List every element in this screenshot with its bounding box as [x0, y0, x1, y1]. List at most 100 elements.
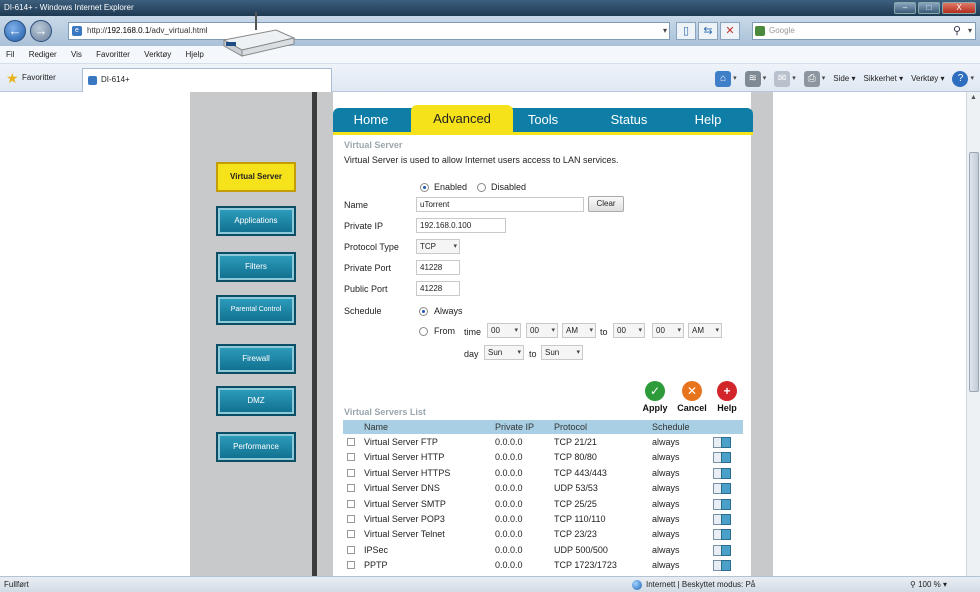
- help-dropdown-icon[interactable]: ▾: [970, 70, 974, 88]
- row-checkbox[interactable]: [347, 453, 355, 461]
- scroll-up-icon[interactable]: ▲: [970, 94, 977, 101]
- home-dropdown-icon[interactable]: ▾: [733, 70, 737, 88]
- maximize-button[interactable]: □: [918, 2, 940, 14]
- edit-icon[interactable]: [713, 468, 731, 479]
- from-minute-select[interactable]: 00: [526, 323, 558, 338]
- page-menu[interactable]: Side ▾: [833, 70, 855, 88]
- nav-dmz[interactable]: DMZ: [216, 386, 296, 416]
- row-checkbox[interactable]: [347, 530, 355, 538]
- row-name: Virtual Server DNS: [364, 483, 440, 493]
- public-port-input[interactable]: 41228: [416, 281, 460, 296]
- menu-edit[interactable]: Rediger: [29, 50, 57, 59]
- row-checkbox[interactable]: [347, 500, 355, 508]
- minimize-button[interactable]: –: [894, 2, 916, 14]
- row-checkbox[interactable]: [347, 546, 355, 554]
- always-radio[interactable]: [419, 307, 428, 316]
- zoom-level[interactable]: ⚲ 100 % ▾: [910, 577, 947, 592]
- mail-icon[interactable]: ✉: [774, 71, 791, 87]
- menu-tools[interactable]: Verktøy: [144, 50, 171, 59]
- row-checkbox[interactable]: [347, 484, 355, 492]
- forward-button[interactable]: →: [30, 20, 52, 42]
- row-name: Virtual Server SMTP: [364, 499, 446, 509]
- row-name: Virtual Server HTTPS: [364, 468, 451, 478]
- help-button[interactable]: + Help: [709, 381, 745, 413]
- edit-icon[interactable]: [713, 514, 731, 525]
- to-ampm-select[interactable]: AM: [688, 323, 722, 338]
- search-icon[interactable]: ⚲: [953, 23, 961, 39]
- print-icon[interactable]: ⎙: [803, 71, 820, 87]
- browser-tab[interactable]: DI-614+: [82, 68, 332, 92]
- vertical-scrollbar[interactable]: ▲: [966, 92, 980, 576]
- nav-firewall[interactable]: Firewall: [216, 344, 296, 374]
- mail-dropdown-icon[interactable]: ▾: [792, 70, 796, 88]
- address-input[interactable]: e http://192.168.0.1/adv_virtual.html ▾: [68, 22, 670, 40]
- tab-help[interactable]: Help: [673, 108, 743, 132]
- enabled-radio[interactable]: [420, 183, 429, 192]
- disabled-radio[interactable]: [477, 183, 486, 192]
- nav-parental-control[interactable]: Parental Control: [216, 295, 296, 325]
- nav-virtual-server[interactable]: Virtual Server: [216, 162, 296, 192]
- search-dropdown-icon[interactable]: ▾: [968, 23, 972, 39]
- tab-advanced[interactable]: Advanced: [411, 105, 513, 132]
- edit-icon[interactable]: [713, 499, 731, 510]
- nav-performance[interactable]: Performance: [216, 432, 296, 462]
- from-hour-select[interactable]: 00: [487, 323, 521, 338]
- compatibility-view-icon[interactable]: ▯: [676, 22, 696, 40]
- edit-icon[interactable]: [713, 529, 731, 540]
- to-minute-select[interactable]: 00: [652, 323, 684, 338]
- nav-filters[interactable]: Filters: [216, 252, 296, 282]
- row-name: Virtual Server HTTP: [364, 452, 445, 462]
- menu-favorites[interactable]: Favoritter: [96, 50, 130, 59]
- address-dropdown-icon[interactable]: ▾: [663, 23, 667, 39]
- help-icon[interactable]: ?: [952, 71, 969, 87]
- protocol-type-select[interactable]: TCP: [416, 239, 460, 254]
- edit-icon[interactable]: [713, 545, 731, 556]
- nav-applications[interactable]: Applications: [216, 206, 296, 236]
- enabled-label: Enabled: [434, 182, 468, 192]
- tab-page-icon: [88, 76, 97, 85]
- print-dropdown-icon[interactable]: ▾: [822, 70, 826, 88]
- row-checkbox[interactable]: [347, 561, 355, 569]
- tab-tools[interactable]: Tools: [515, 108, 571, 132]
- edit-icon[interactable]: [713, 483, 731, 494]
- edit-icon[interactable]: [713, 437, 731, 448]
- menu-help[interactable]: Hjelp: [186, 50, 204, 59]
- from-day-select[interactable]: Sun: [484, 345, 524, 360]
- scroll-thumb[interactable]: [969, 152, 979, 392]
- router-main-right-gutter: [751, 92, 773, 576]
- favorites-button[interactable]: ★ Favoritter: [4, 69, 62, 87]
- private-ip-input[interactable]: 192.168.0.100: [416, 218, 506, 233]
- tools-menu[interactable]: Verktøy ▾: [911, 70, 944, 88]
- apply-button[interactable]: ✓ Apply: [637, 381, 673, 413]
- menu-file[interactable]: Fil: [6, 50, 14, 59]
- to-day-select[interactable]: Sun: [541, 345, 583, 360]
- edit-icon[interactable]: [713, 560, 731, 571]
- feeds-dropdown-icon[interactable]: ▾: [763, 70, 767, 88]
- back-button[interactable]: ←: [4, 20, 26, 42]
- name-input[interactable]: uTorrent: [416, 197, 584, 212]
- private-port-input[interactable]: 41228: [416, 260, 460, 275]
- home-icon[interactable]: ⌂: [715, 71, 732, 87]
- apply-label: Apply: [642, 403, 668, 413]
- from-radio[interactable]: [419, 327, 428, 336]
- tab-home[interactable]: Home: [333, 108, 409, 132]
- menu-view[interactable]: Vis: [71, 50, 82, 59]
- refresh-icon[interactable]: ⇆: [698, 22, 718, 40]
- row-schedule: always: [652, 483, 680, 493]
- row-checkbox[interactable]: [347, 469, 355, 477]
- search-input[interactable]: Google ⚲ ▾: [752, 22, 976, 40]
- from-ampm-select[interactable]: AM: [562, 323, 596, 338]
- table-row: IPSec 0.0.0.0 UDP 500/500 always: [343, 543, 743, 558]
- safety-menu[interactable]: Sikkerhet ▾: [864, 70, 904, 88]
- security-zone[interactable]: Internett | Beskyttet modus: På: [632, 577, 755, 592]
- stop-icon[interactable]: ✕: [720, 22, 740, 40]
- to-hour-select[interactable]: 00: [613, 323, 645, 338]
- clear-button[interactable]: Clear: [588, 196, 624, 212]
- edit-icon[interactable]: [713, 452, 731, 463]
- close-window-button[interactable]: X: [942, 2, 976, 14]
- feeds-icon[interactable]: ≋: [744, 71, 761, 87]
- row-checkbox[interactable]: [347, 515, 355, 523]
- cancel-button[interactable]: ✕ Cancel: [674, 381, 710, 413]
- row-checkbox[interactable]: [347, 438, 355, 446]
- tab-status[interactable]: Status: [589, 108, 669, 132]
